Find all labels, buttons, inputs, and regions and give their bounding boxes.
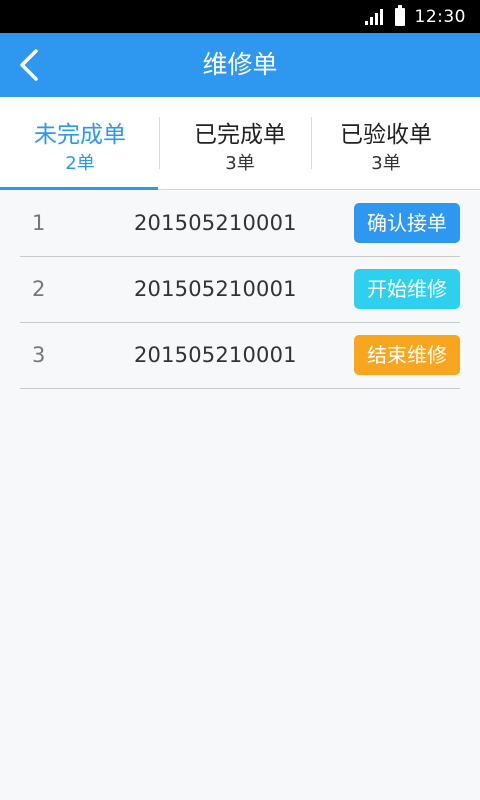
tab-label: 已完成单 <box>194 122 286 148</box>
tab-label: 已验收单 <box>340 122 432 148</box>
status-time: 12:30 <box>414 6 466 27</box>
list-item: 2 201505210001 开始维修 <box>20 257 460 323</box>
start-repair-button[interactable]: 开始维修 <box>354 269 460 309</box>
list-item: 3 201505210001 结束维修 <box>20 323 460 389</box>
tab-count: 3单 <box>371 153 401 174</box>
app-bar: 维修单 <box>0 33 480 97</box>
tab-accepted[interactable]: 已验收单 3单 <box>306 97 466 189</box>
order-number: 201505210001 <box>134 277 297 301</box>
tab-count: 2单 <box>65 153 95 174</box>
order-index: 2 <box>32 277 46 301</box>
order-number: 201505210001 <box>134 343 297 367</box>
battery-icon <box>394 4 405 26</box>
order-index: 1 <box>32 211 46 235</box>
tab-completed[interactable]: 已完成单 3单 <box>160 97 320 189</box>
order-index: 3 <box>32 343 46 367</box>
finish-repair-button[interactable]: 结束维修 <box>354 335 460 375</box>
tab-label: 未完成单 <box>34 122 126 148</box>
list-item: 1 201505210001 确认接单 <box>20 191 460 257</box>
order-list: 1 201505210001 确认接单 2 201505210001 开始维修 … <box>20 191 460 389</box>
status-icons: 12:30 <box>364 0 467 33</box>
tab-count: 3单 <box>225 153 255 174</box>
active-tab-indicator <box>0 187 158 190</box>
signal-icon <box>364 8 385 25</box>
confirm-order-button[interactable]: 确认接单 <box>354 203 460 243</box>
order-tabs: 未完成单 2单 已完成单 3单 已验收单 3单 <box>0 97 480 190</box>
back-button[interactable] <box>14 47 50 83</box>
page-title: 维修单 <box>202 50 278 79</box>
order-number: 201505210001 <box>134 211 297 235</box>
status-bar: 12:30 <box>0 0 480 33</box>
chevron-left-icon <box>20 49 38 81</box>
tab-incomplete[interactable]: 未完成单 2单 <box>0 97 160 190</box>
